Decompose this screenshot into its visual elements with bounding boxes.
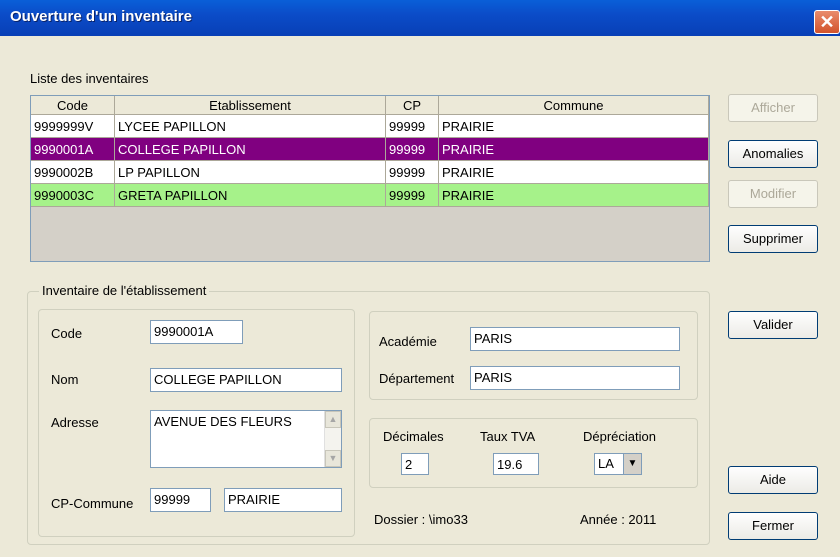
table-row[interactable]: 9990001A COLLEGE PAPILLON 99999 PRAIRIE bbox=[31, 138, 709, 161]
chevron-down-icon[interactable]: ▼ bbox=[623, 454, 641, 474]
cell-code: 9990003C bbox=[31, 184, 115, 207]
anomalies-button[interactable]: Anomalies bbox=[728, 140, 818, 168]
cell-cp: 99999 bbox=[386, 115, 439, 138]
adresse-field[interactable]: AVENUE DES FLEURS ▲ ▼ bbox=[150, 410, 342, 468]
scroll-up-icon[interactable]: ▲ bbox=[325, 411, 341, 428]
inventory-list[interactable]: Code Etablissement CP Commune 9999999V L… bbox=[30, 95, 710, 262]
supprimer-button[interactable]: Supprimer bbox=[728, 225, 818, 253]
cell-code: 9990001A bbox=[31, 138, 115, 161]
scroll-down-icon[interactable]: ▼ bbox=[325, 450, 341, 467]
departement-label: Département bbox=[379, 371, 455, 386]
depreciation-label: Dépréciation bbox=[583, 429, 656, 444]
taux-tva-label: Taux TVA bbox=[480, 429, 536, 444]
cp-field[interactable]: 99999 bbox=[150, 488, 211, 512]
annee-text: Année : 2011 bbox=[580, 512, 657, 527]
modifier-button[interactable]: Modifier bbox=[728, 180, 818, 208]
title-bar: Ouverture d'un inventaire ✕ bbox=[0, 0, 840, 36]
nom-label: Nom bbox=[51, 372, 79, 387]
code-label: Code bbox=[51, 326, 83, 341]
adresse-label: Adresse bbox=[51, 415, 99, 430]
adresse-value: AVENUE DES FLEURS bbox=[154, 414, 292, 429]
close-icon: ✕ bbox=[819, 12, 835, 32]
cell-cp: 99999 bbox=[386, 138, 439, 161]
decimales-field[interactable]: 2 bbox=[401, 453, 429, 475]
table-row[interactable]: 9990002B LP PAPILLON 99999 PRAIRIE bbox=[31, 161, 709, 184]
valider-button[interactable]: Valider bbox=[728, 311, 818, 339]
table-row[interactable]: 9999999V LYCEE PAPILLON 99999 PRAIRIE bbox=[31, 115, 709, 138]
cell-commune: PRAIRIE bbox=[439, 184, 709, 207]
cell-cp: 99999 bbox=[386, 161, 439, 184]
cell-etablissement: LP PAPILLON bbox=[115, 161, 386, 184]
cp-commune-label: CP-Commune bbox=[51, 496, 134, 511]
code-field[interactable]: 9990001A bbox=[150, 320, 243, 344]
column-header-code[interactable]: Code bbox=[31, 96, 115, 115]
decimales-label: Décimales bbox=[383, 429, 444, 444]
fermer-button[interactable]: Fermer bbox=[728, 512, 818, 540]
cell-commune: PRAIRIE bbox=[439, 161, 709, 184]
academie-field[interactable]: PARIS bbox=[470, 327, 680, 351]
window-title: Ouverture d'un inventaire bbox=[10, 8, 192, 25]
dossier-text: Dossier : \imo33 bbox=[374, 512, 468, 527]
cell-code: 9990002B bbox=[31, 161, 115, 184]
table-row[interactable]: 9990003C GRETA PAPILLON 99999 PRAIRIE bbox=[31, 184, 709, 207]
taux-tva-field[interactable]: 19.6 bbox=[493, 453, 539, 475]
cell-commune: PRAIRIE bbox=[439, 115, 709, 138]
column-header-commune[interactable]: Commune bbox=[439, 96, 709, 115]
aide-button[interactable]: Aide bbox=[728, 466, 818, 494]
depreciation-value: LA bbox=[598, 456, 614, 471]
cell-etablissement: COLLEGE PAPILLON bbox=[115, 138, 386, 161]
commune-field[interactable]: PRAIRIE bbox=[224, 488, 342, 512]
close-button[interactable]: ✕ bbox=[814, 10, 840, 34]
adresse-scrollbar[interactable]: ▲ ▼ bbox=[324, 411, 341, 467]
column-header-cp[interactable]: CP bbox=[386, 96, 439, 115]
column-header-etablissement[interactable]: Etablissement bbox=[115, 96, 386, 115]
departement-field[interactable]: PARIS bbox=[470, 366, 680, 390]
depreciation-select[interactable]: LA ▼ bbox=[594, 453, 642, 475]
afficher-button[interactable]: Afficher bbox=[728, 94, 818, 122]
cell-etablissement: LYCEE PAPILLON bbox=[115, 115, 386, 138]
nom-field[interactable]: COLLEGE PAPILLON bbox=[150, 368, 342, 392]
academie-label: Académie bbox=[379, 334, 437, 349]
cell-code: 9999999V bbox=[31, 115, 115, 138]
cell-cp: 99999 bbox=[386, 184, 439, 207]
establishment-group-label: Inventaire de l'établissement bbox=[39, 283, 210, 298]
cell-commune: PRAIRIE bbox=[439, 138, 709, 161]
inventory-list-label: Liste des inventaires bbox=[30, 71, 149, 86]
cell-etablissement: GRETA PAPILLON bbox=[115, 184, 386, 207]
